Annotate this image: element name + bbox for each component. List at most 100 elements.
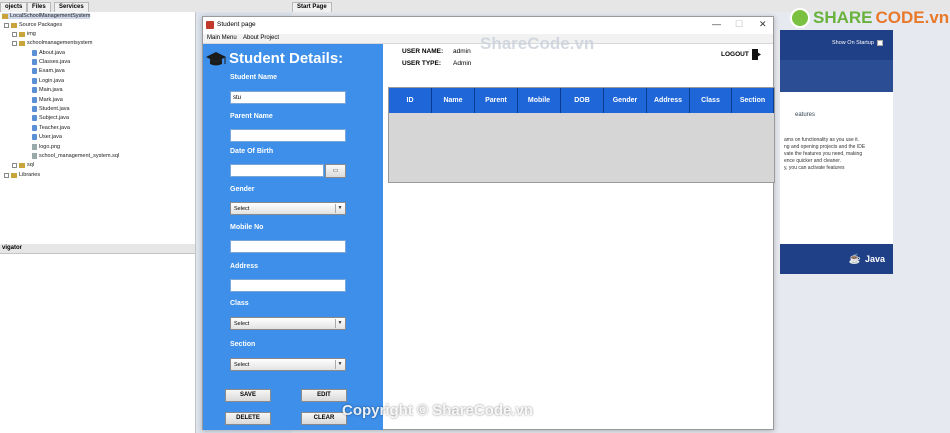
table-header: ID Name Parent Mobile DOB Gender Address…: [389, 88, 774, 113]
dob-label: Date Of Birth: [230, 148, 274, 155]
sharecode-logo-icon: [790, 8, 810, 28]
project-icon: [2, 13, 8, 19]
date-picker-button[interactable]: ▭: [325, 164, 346, 178]
tree-item-file[interactable]: Subject.java: [32, 115, 69, 121]
app-icon: [206, 21, 214, 29]
form-title: Student Details:: [229, 50, 344, 67]
tree-item-file[interactable]: logo.png: [32, 144, 60, 150]
logout-icon: [751, 49, 761, 60]
expand-icon[interactable]: [12, 31, 17, 37]
features-line: vate the features you need, making: [784, 151, 863, 157]
tree-item-file[interactable]: Main.java: [32, 87, 63, 93]
tree-item-file[interactable]: Mark.java: [32, 97, 63, 103]
dob-input[interactable]: [230, 164, 324, 177]
class-label: Class: [230, 300, 249, 307]
tree-item-project[interactable]: LocalSchoolManagementSystem: [2, 13, 91, 19]
java-file-icon: [32, 134, 37, 140]
tree-item-package[interactable]: schoolmanagementsystem: [12, 40, 92, 46]
save-button[interactable]: SAVE: [225, 389, 271, 402]
chevron-down-icon: ▼: [335, 319, 344, 328]
tree-item-sql[interactable]: sql: [12, 162, 34, 168]
address-input[interactable]: [230, 279, 346, 292]
tab-services[interactable]: Services: [54, 2, 89, 12]
java-file-icon: [32, 68, 37, 74]
tree-item-file[interactable]: Teacher.java: [32, 125, 70, 131]
user-type-value: Admin: [453, 60, 472, 67]
image-file-icon: [32, 144, 37, 150]
tree-item-img[interactable]: img: [12, 31, 36, 37]
column-header-section[interactable]: Section: [732, 88, 774, 113]
gender-label: Gender: [230, 186, 255, 193]
tree-item-file[interactable]: Login.java: [32, 78, 64, 84]
features-line: ence quicker and cleaner.: [784, 158, 841, 164]
column-header-gender[interactable]: Gender: [604, 88, 647, 113]
tree-item-file[interactable]: Exam.java: [32, 68, 65, 74]
tab-files[interactable]: Files: [27, 2, 51, 12]
show-on-startup-checkbox[interactable]: [876, 40, 883, 46]
tree-item-libraries[interactable]: Libraries: [4, 172, 40, 178]
tree-item-source-packages[interactable]: Source Packages: [4, 22, 62, 28]
tab-start-page[interactable]: Start Page: [292, 2, 332, 12]
navigator-panel: vigator: [0, 244, 196, 433]
user-name-value: admin: [453, 48, 471, 55]
column-header-dob[interactable]: DOB: [561, 88, 604, 113]
java-cup-icon: ☕: [848, 253, 861, 265]
tree-item-file[interactable]: Classes.java: [32, 59, 70, 65]
show-on-startup[interactable]: Show On Startup: [832, 40, 883, 46]
tree-item-file[interactable]: school_management_system.sql: [32, 153, 119, 159]
parent-name-input[interactable]: [230, 129, 346, 142]
tree-item-file[interactable]: User.java: [32, 134, 62, 140]
projects-panel: LocalSchoolManagementSystem Source Packa…: [0, 12, 196, 244]
maximize-button[interactable]: ☐: [735, 19, 743, 30]
students-table[interactable]: ID Name Parent Mobile DOB Gender Address…: [388, 87, 775, 183]
column-header-parent[interactable]: Parent: [475, 88, 518, 113]
column-header-class[interactable]: Class: [690, 88, 732, 113]
column-header-name[interactable]: Name: [432, 88, 475, 113]
menu-main-menu[interactable]: Main Menu: [207, 35, 237, 41]
column-header-mobile[interactable]: Mobile: [518, 88, 561, 113]
start-page-banner-lower: [780, 60, 893, 92]
clear-button[interactable]: CLEAR: [301, 412, 347, 425]
class-select[interactable]: Select ▼: [230, 317, 346, 330]
section-select[interactable]: Select ▼: [230, 358, 346, 371]
java-file-icon: [32, 50, 37, 56]
package-icon: [19, 162, 25, 168]
tree-item-file[interactable]: About.java: [32, 50, 65, 56]
package-icon: [19, 40, 25, 46]
expand-icon[interactable]: [4, 172, 9, 178]
student-form-panel: Student Details: Student Name Parent Nam…: [203, 44, 383, 430]
expand-icon[interactable]: [12, 162, 17, 168]
window-title-bar[interactable]: Student page — ☐ ✕: [203, 17, 773, 34]
close-button[interactable]: ✕: [759, 19, 767, 30]
student-name-label: Student Name: [230, 74, 278, 81]
delete-button[interactable]: DELETE: [225, 412, 271, 425]
chevron-down-icon: ▼: [335, 360, 344, 369]
chevron-down-icon: ▼: [335, 204, 344, 213]
column-header-id[interactable]: ID: [389, 88, 432, 113]
student-name-input[interactable]: [230, 91, 346, 104]
start-page-content: eatures ams on functionality as you use …: [780, 92, 893, 244]
student-page-window: Student page — ☐ ✕ Main Menu About Proje…: [202, 16, 775, 430]
expand-icon[interactable]: [12, 40, 17, 46]
package-icon: [11, 22, 17, 28]
menu-about-project[interactable]: About Project: [243, 35, 279, 41]
graduation-cap-icon: [206, 52, 226, 66]
mobile-input[interactable]: [230, 240, 346, 253]
java-file-icon: [32, 97, 37, 103]
gender-select[interactable]: Select ▼: [230, 202, 346, 215]
java-file-icon: [32, 87, 37, 93]
java-file-icon: [32, 125, 37, 131]
tab-projects[interactable]: ojects: [0, 2, 28, 12]
logout-button[interactable]: LOGOUT: [721, 49, 762, 60]
java-file-icon: [32, 59, 37, 65]
address-label: Address: [230, 263, 259, 270]
minimize-button[interactable]: —: [712, 19, 721, 29]
user-name-label: USER NAME:: [402, 48, 444, 55]
edit-button[interactable]: EDIT: [301, 389, 347, 402]
column-header-address[interactable]: Address: [647, 88, 690, 113]
library-icon: [11, 172, 17, 178]
tree-item-file[interactable]: Student.java: [32, 106, 70, 112]
expand-icon[interactable]: [4, 22, 9, 28]
user-type-label: USER TYPE:: [402, 60, 442, 67]
navigator-header: vigator: [0, 244, 195, 254]
